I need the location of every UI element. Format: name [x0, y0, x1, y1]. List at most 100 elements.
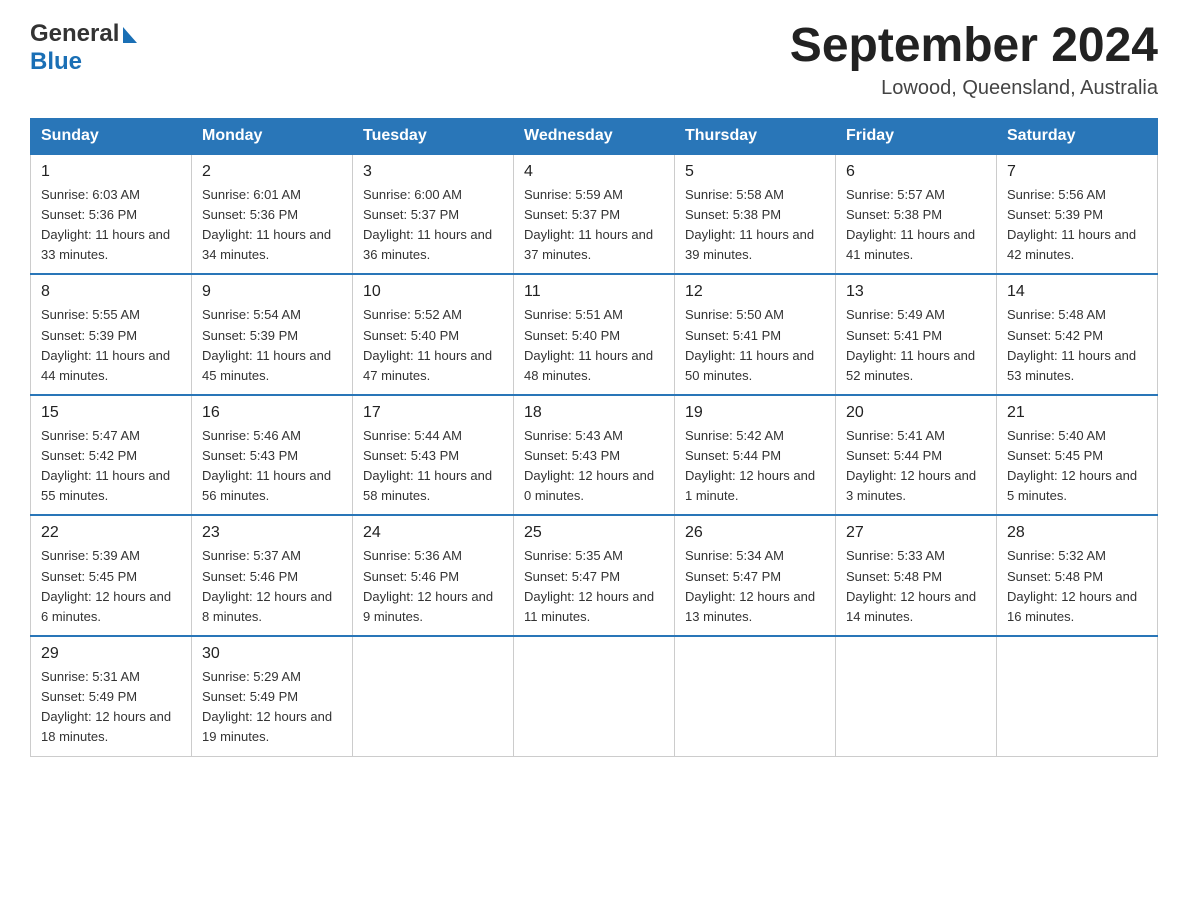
calendar-body: 1 Sunrise: 6:03 AMSunset: 5:36 PMDayligh…: [31, 154, 1158, 756]
day-info: Sunrise: 5:37 AMSunset: 5:46 PMDaylight:…: [202, 546, 342, 627]
day-info: Sunrise: 5:41 AMSunset: 5:44 PMDaylight:…: [846, 426, 986, 507]
day-number: 5: [685, 163, 825, 181]
day-number: 21: [1007, 404, 1147, 422]
calendar-cell: 12 Sunrise: 5:50 AMSunset: 5:41 PMDaylig…: [675, 274, 836, 395]
calendar-cell: 20 Sunrise: 5:41 AMSunset: 5:44 PMDaylig…: [836, 395, 997, 516]
day-info: Sunrise: 6:00 AMSunset: 5:37 PMDaylight:…: [363, 185, 503, 266]
day-number: 4: [524, 163, 664, 181]
day-info: Sunrise: 6:01 AMSunset: 5:36 PMDaylight:…: [202, 185, 342, 266]
day-info: Sunrise: 5:46 AMSunset: 5:43 PMDaylight:…: [202, 426, 342, 507]
day-info: Sunrise: 5:49 AMSunset: 5:41 PMDaylight:…: [846, 305, 986, 386]
day-info: Sunrise: 5:47 AMSunset: 5:42 PMDaylight:…: [41, 426, 181, 507]
day-number: 12: [685, 283, 825, 301]
logo-general-text: General: [30, 20, 137, 48]
day-info: Sunrise: 5:56 AMSunset: 5:39 PMDaylight:…: [1007, 185, 1147, 266]
day-number: 30: [202, 645, 342, 663]
day-info: Sunrise: 5:58 AMSunset: 5:38 PMDaylight:…: [685, 185, 825, 266]
col-header-thursday: Thursday: [675, 118, 836, 154]
day-number: 19: [685, 404, 825, 422]
day-number: 10: [363, 283, 503, 301]
day-info: Sunrise: 5:52 AMSunset: 5:40 PMDaylight:…: [363, 305, 503, 386]
calendar-header-row: SundayMondayTuesdayWednesdayThursdayFrid…: [31, 118, 1158, 154]
day-info: Sunrise: 5:36 AMSunset: 5:46 PMDaylight:…: [363, 546, 503, 627]
calendar-cell: 19 Sunrise: 5:42 AMSunset: 5:44 PMDaylig…: [675, 395, 836, 516]
day-number: 25: [524, 524, 664, 542]
day-info: Sunrise: 5:39 AMSunset: 5:45 PMDaylight:…: [41, 546, 181, 627]
day-info: Sunrise: 5:44 AMSunset: 5:43 PMDaylight:…: [363, 426, 503, 507]
calendar-cell: 24 Sunrise: 5:36 AMSunset: 5:46 PMDaylig…: [353, 515, 514, 636]
calendar-cell: 17 Sunrise: 5:44 AMSunset: 5:43 PMDaylig…: [353, 395, 514, 516]
calendar-cell: 10 Sunrise: 5:52 AMSunset: 5:40 PMDaylig…: [353, 274, 514, 395]
logo-blue-text: Blue: [30, 48, 82, 76]
day-number: 18: [524, 404, 664, 422]
calendar-cell: 7 Sunrise: 5:56 AMSunset: 5:39 PMDayligh…: [997, 154, 1158, 275]
col-header-sunday: Sunday: [31, 118, 192, 154]
calendar-cell: 4 Sunrise: 5:59 AMSunset: 5:37 PMDayligh…: [514, 154, 675, 275]
col-header-tuesday: Tuesday: [353, 118, 514, 154]
calendar-title: September 2024: [790, 20, 1158, 73]
day-number: 22: [41, 524, 181, 542]
calendar-cell: 3 Sunrise: 6:00 AMSunset: 5:37 PMDayligh…: [353, 154, 514, 275]
calendar-cell: 25 Sunrise: 5:35 AMSunset: 5:47 PMDaylig…: [514, 515, 675, 636]
day-info: Sunrise: 5:40 AMSunset: 5:45 PMDaylight:…: [1007, 426, 1147, 507]
day-info: Sunrise: 5:31 AMSunset: 5:49 PMDaylight:…: [41, 667, 181, 748]
day-number: 7: [1007, 163, 1147, 181]
day-number: 26: [685, 524, 825, 542]
day-number: 14: [1007, 283, 1147, 301]
calendar-cell: 16 Sunrise: 5:46 AMSunset: 5:43 PMDaylig…: [192, 395, 353, 516]
day-number: 6: [846, 163, 986, 181]
day-number: 16: [202, 404, 342, 422]
calendar-cell: 28 Sunrise: 5:32 AMSunset: 5:48 PMDaylig…: [997, 515, 1158, 636]
day-number: 9: [202, 283, 342, 301]
calendar-cell: [836, 636, 997, 756]
day-info: Sunrise: 6:03 AMSunset: 5:36 PMDaylight:…: [41, 185, 181, 266]
day-info: Sunrise: 5:50 AMSunset: 5:41 PMDaylight:…: [685, 305, 825, 386]
day-number: 27: [846, 524, 986, 542]
calendar-cell: [353, 636, 514, 756]
day-info: Sunrise: 5:51 AMSunset: 5:40 PMDaylight:…: [524, 305, 664, 386]
calendar-cell: 14 Sunrise: 5:48 AMSunset: 5:42 PMDaylig…: [997, 274, 1158, 395]
day-number: 28: [1007, 524, 1147, 542]
calendar-cell: 27 Sunrise: 5:33 AMSunset: 5:48 PMDaylig…: [836, 515, 997, 636]
calendar-cell: 23 Sunrise: 5:37 AMSunset: 5:46 PMDaylig…: [192, 515, 353, 636]
day-info: Sunrise: 5:43 AMSunset: 5:43 PMDaylight:…: [524, 426, 664, 507]
col-header-friday: Friday: [836, 118, 997, 154]
calendar-cell: 5 Sunrise: 5:58 AMSunset: 5:38 PMDayligh…: [675, 154, 836, 275]
calendar-cell: [997, 636, 1158, 756]
calendar-cell: 9 Sunrise: 5:54 AMSunset: 5:39 PMDayligh…: [192, 274, 353, 395]
day-number: 3: [363, 163, 503, 181]
day-info: Sunrise: 5:33 AMSunset: 5:48 PMDaylight:…: [846, 546, 986, 627]
day-number: 29: [41, 645, 181, 663]
calendar-cell: 1 Sunrise: 6:03 AMSunset: 5:36 PMDayligh…: [31, 154, 192, 275]
calendar-cell: 11 Sunrise: 5:51 AMSunset: 5:40 PMDaylig…: [514, 274, 675, 395]
day-number: 8: [41, 283, 181, 301]
calendar-cell: 13 Sunrise: 5:49 AMSunset: 5:41 PMDaylig…: [836, 274, 997, 395]
calendar-cell: [675, 636, 836, 756]
day-info: Sunrise: 5:48 AMSunset: 5:42 PMDaylight:…: [1007, 305, 1147, 386]
calendar-cell: 29 Sunrise: 5:31 AMSunset: 5:49 PMDaylig…: [31, 636, 192, 756]
calendar-week-5: 29 Sunrise: 5:31 AMSunset: 5:49 PMDaylig…: [31, 636, 1158, 756]
calendar-subtitle: Lowood, Queensland, Australia: [790, 77, 1158, 100]
calendar-week-1: 1 Sunrise: 6:03 AMSunset: 5:36 PMDayligh…: [31, 154, 1158, 275]
calendar-table: SundayMondayTuesdayWednesdayThursdayFrid…: [30, 118, 1158, 757]
calendar-cell: 2 Sunrise: 6:01 AMSunset: 5:36 PMDayligh…: [192, 154, 353, 275]
calendar-cell: 22 Sunrise: 5:39 AMSunset: 5:45 PMDaylig…: [31, 515, 192, 636]
day-number: 15: [41, 404, 181, 422]
day-number: 24: [363, 524, 503, 542]
day-number: 11: [524, 283, 664, 301]
day-info: Sunrise: 5:54 AMSunset: 5:39 PMDaylight:…: [202, 305, 342, 386]
day-number: 20: [846, 404, 986, 422]
day-info: Sunrise: 5:32 AMSunset: 5:48 PMDaylight:…: [1007, 546, 1147, 627]
day-info: Sunrise: 5:57 AMSunset: 5:38 PMDaylight:…: [846, 185, 986, 266]
day-number: 13: [846, 283, 986, 301]
calendar-cell: [514, 636, 675, 756]
calendar-cell: 26 Sunrise: 5:34 AMSunset: 5:47 PMDaylig…: [675, 515, 836, 636]
calendar-cell: 8 Sunrise: 5:55 AMSunset: 5:39 PMDayligh…: [31, 274, 192, 395]
calendar-cell: 18 Sunrise: 5:43 AMSunset: 5:43 PMDaylig…: [514, 395, 675, 516]
logo: General Blue: [30, 20, 137, 75]
day-number: 2: [202, 163, 342, 181]
day-info: Sunrise: 5:42 AMSunset: 5:44 PMDaylight:…: [685, 426, 825, 507]
day-info: Sunrise: 5:34 AMSunset: 5:47 PMDaylight:…: [685, 546, 825, 627]
day-number: 17: [363, 404, 503, 422]
day-number: 23: [202, 524, 342, 542]
